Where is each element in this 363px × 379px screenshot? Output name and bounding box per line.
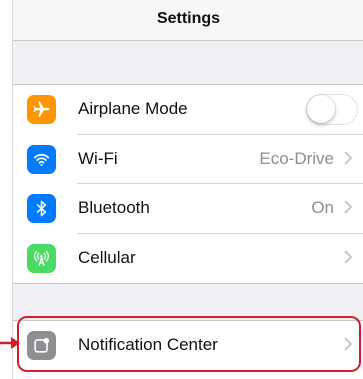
cellular-row[interactable]: Cellular: [13, 234, 363, 284]
connectivity-settings-group: Airplane Mode Wi-Fi Eco-Drive Bluetooth …: [13, 84, 363, 284]
wifi-row[interactable]: Wi-Fi Eco-Drive: [13, 135, 363, 184]
wifi-network-value: Eco-Drive: [259, 148, 334, 168]
highlight-box: [17, 316, 361, 372]
cellular-antenna-icon: [27, 243, 56, 273]
chevron-right-icon: [344, 150, 353, 165]
airplane-mode-toggle[interactable]: [306, 94, 358, 125]
bluetooth-status-value: On: [311, 198, 334, 217]
navigation-bar: Settings: [13, 0, 363, 41]
bluetooth-row[interactable]: Bluetooth On: [13, 184, 363, 234]
airplane-mode-label: Airplane Mode: [78, 99, 188, 118]
page-title: Settings: [156, 10, 221, 27]
airplane-icon: [27, 95, 56, 124]
pointer-arrow-icon: [0, 337, 20, 349]
airplane-mode-row[interactable]: Airplane Mode: [13, 85, 363, 135]
chevron-right-icon: [344, 249, 353, 264]
chevron-right-icon: [344, 200, 353, 214]
wifi-label: Wi-Fi: [78, 148, 118, 168]
wifi-icon: [27, 144, 56, 174]
cellular-label: Cellular: [78, 247, 136, 267]
bluetooth-icon: [27, 194, 56, 223]
bluetooth-label: Bluetooth: [78, 198, 150, 217]
toggle-knob: [307, 95, 335, 123]
